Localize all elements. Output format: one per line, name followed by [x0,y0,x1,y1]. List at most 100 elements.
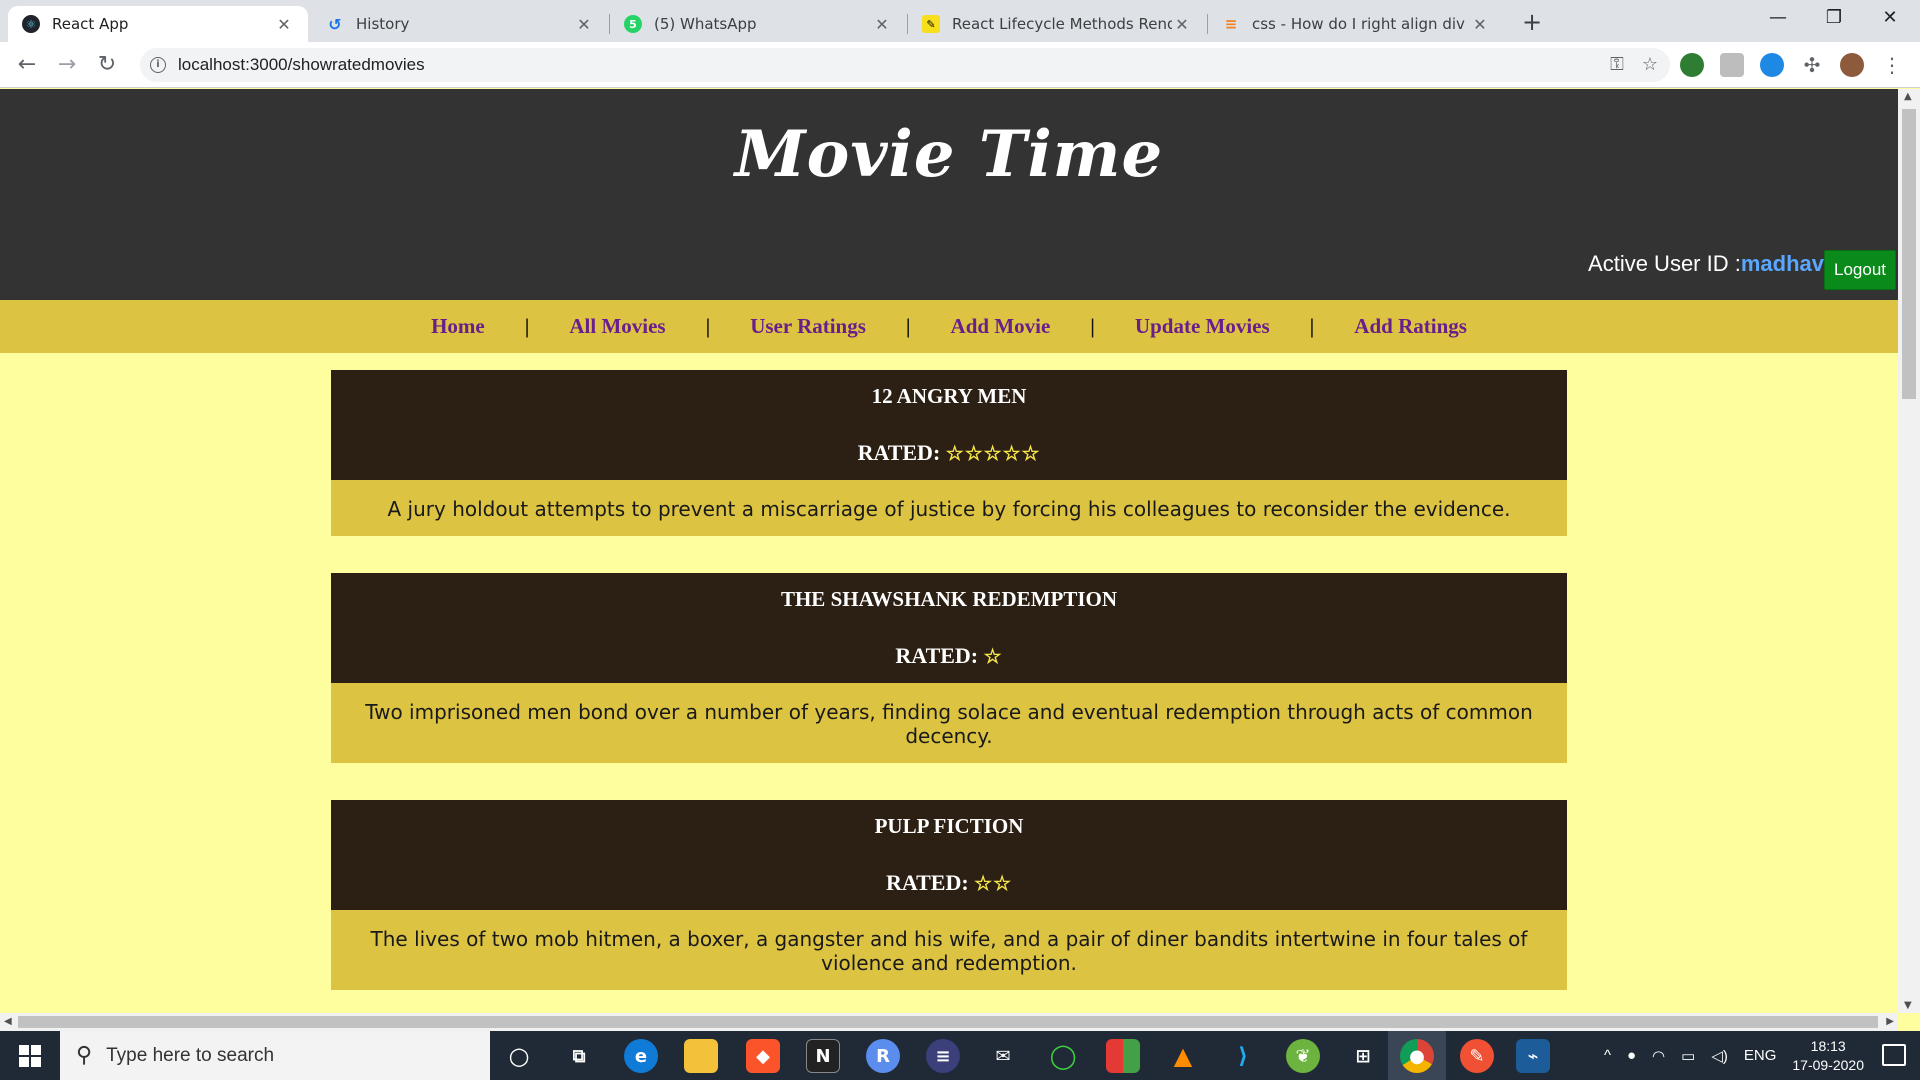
tab-react-app[interactable]: ⚛ React App ✕ [8,6,308,42]
movie-card-header: 12 ANGRY MEN RATED: ☆☆☆☆☆ [331,370,1567,480]
bookmark-star-icon[interactable]: ☆ [1642,54,1658,75]
spring-icon[interactable]: ❦ [1286,1039,1320,1073]
clock-date: 17-09-2020 [1792,1056,1864,1073]
close-icon[interactable]: ✕ [574,15,594,34]
movie-rating: RATED: ☆ [331,643,1567,669]
horizontal-scroll-thumb[interactable] [18,1016,1878,1028]
mail-icon[interactable]: ✉ [986,1039,1020,1073]
nav-home[interactable]: Home [391,314,525,339]
active-user: Active User ID :madhav [1588,251,1824,277]
task-view-icon[interactable]: ⧉ [562,1039,596,1073]
vscode-icon[interactable]: ⟩ [1226,1039,1260,1073]
movie-rating: RATED: ☆☆☆☆☆ [331,440,1567,466]
edge-icon[interactable]: e [624,1039,658,1073]
close-icon[interactable]: ✕ [872,15,892,34]
menu-kebab-icon[interactable]: ⋮ [1880,53,1904,77]
rating-stars-icon: ☆☆☆☆☆ [945,443,1041,465]
nav-user-ratings[interactable]: User Ratings [710,314,906,339]
browser-toolbar: ← → ↻ i localhost:3000/showratedmovies ⚿… [0,42,1920,88]
office-app-icon[interactable] [1106,1039,1140,1073]
language-indicator[interactable]: ENG [1744,1047,1777,1064]
taskbar-search-placeholder[interactable]: Type here to search [106,1045,274,1067]
taskbar-search[interactable]: ⚲ Type here to search [60,1031,490,1080]
close-icon[interactable]: ✕ [1172,15,1192,34]
new-tab-button[interactable]: + [1518,8,1546,36]
rating-stars-icon: ☆☆ [974,873,1013,895]
sync-app-icon[interactable]: ◯ [1046,1039,1080,1073]
forward-button[interactable]: → [52,50,82,80]
chrome-icon[interactable]: ● [1400,1039,1434,1073]
clock[interactable]: 18:13 17-09-2020 [1792,1037,1864,1075]
movie-title: THE SHAWSHANK REDEMPTION [780,587,1118,611]
movie-title: PULP FICTION [874,814,1024,838]
file-explorer-icon[interactable] [684,1039,718,1073]
windows-start-button[interactable] [0,1031,60,1080]
scroll-down-icon[interactable]: ▼ [1904,1000,1912,1011]
notion-icon[interactable]: N [806,1039,840,1073]
speaker-icon[interactable]: ◁) [1711,1047,1728,1065]
address-bar[interactable]: i localhost:3000/showratedmovies ⚿ ☆ [140,48,1670,82]
vertical-scroll-thumb[interactable] [1902,109,1916,399]
brave-icon[interactable]: ◆ [746,1039,780,1073]
r-app-icon[interactable]: R [866,1039,900,1073]
logout-button[interactable]: Logout [1824,250,1896,290]
cortana-icon[interactable]: ○ [502,1039,536,1073]
wifi-icon[interactable]: ◠ [1652,1047,1665,1065]
movie-description: A jury holdout attempts to prevent a mis… [331,480,1567,536]
profile-avatar[interactable] [1840,53,1864,77]
microphone-icon[interactable]: ● [1627,1047,1636,1064]
info-icon[interactable]: i [150,57,166,73]
site-title: Movie Time [734,117,1164,192]
restore-button[interactable]: ❐ [1806,0,1862,36]
rated-label: RATED: [857,440,941,465]
minimize-button[interactable]: — [1750,0,1806,36]
key-icon[interactable]: ⚿ [1610,54,1624,75]
movie-card-header: PULP FICTION RATED: ☆☆ [331,800,1567,910]
movie-description: Two imprisoned men bond over a number of… [331,683,1567,763]
nav-all-movies[interactable]: All Movies [529,314,705,339]
close-icon[interactable]: ✕ [274,15,294,34]
extensions-puzzle-icon[interactable]: ✣ [1800,53,1824,77]
store-icon[interactable]: ⊞ [1346,1039,1380,1073]
notifications-icon[interactable] [1882,1044,1906,1066]
extension-globe-icon[interactable] [1680,53,1704,77]
react-icon: ⚛ [22,15,40,33]
extension-sync-icon[interactable] [1760,53,1784,77]
tab-title: css - How do I right align div eler [1252,15,1470,33]
scroll-left-icon[interactable]: ◀ [4,1016,12,1027]
rated-label: RATED: [895,643,979,668]
disk-app-icon[interactable]: ≡ [926,1039,960,1073]
active-user-id: madhav [1740,251,1824,276]
tab-whatsapp[interactable]: 5 (5) WhatsApp ✕ [610,6,906,42]
tab-stackoverflow[interactable]: ≡ css - How do I right align div eler ✕ [1208,6,1504,42]
site-header: Movie Time Active User ID :madhav Logout [0,89,1898,300]
battery-icon[interactable]: ▭ [1681,1047,1695,1065]
active-user-label: Active User ID : [1588,251,1741,276]
movie-description: The lives of two mob hitmen, a boxer, a … [331,910,1567,990]
page-viewport: Movie Time Active User ID :madhav Logout… [0,89,1898,1013]
tab-history[interactable]: ↺ History ✕ [312,6,608,42]
nav-update-movies[interactable]: Update Movies [1095,314,1310,339]
back-button[interactable]: ← [12,50,42,80]
movie-rating: RATED: ☆☆ [331,870,1567,896]
scroll-up-icon[interactable]: ▲ [1904,91,1912,102]
tab-title: History [356,15,410,33]
movie-card: PULP FICTION RATED: ☆☆ The lives of two … [331,800,1567,990]
clock-time: 18:13 [1810,1037,1846,1054]
tab-react-lifecycle[interactable]: ✎ React Lifecycle Methods Render / ✕ [908,6,1206,42]
vertical-scrollbar[interactable]: ▲ ▼ [1898,89,1920,1013]
extension-clipboard-icon[interactable] [1720,53,1744,77]
terminal-app-icon[interactable]: ⌁ [1516,1039,1550,1073]
nav-add-movie[interactable]: Add Movie [911,314,1091,339]
horizontal-scrollbar[interactable]: ◀ ▶ [0,1013,1898,1031]
close-icon[interactable]: ✕ [1470,15,1490,34]
chevron-up-icon[interactable]: ^ [1604,1047,1611,1064]
scroll-right-icon[interactable]: ▶ [1886,1016,1894,1027]
tab-title: React Lifecycle Methods Render / [952,15,1172,33]
close-window-button[interactable]: ✕ [1862,0,1918,36]
postman-icon[interactable]: ✎ [1460,1039,1494,1073]
vlc-icon[interactable]: ▲ [1166,1039,1200,1073]
reload-button[interactable]: ↻ [92,50,122,80]
url-text[interactable]: localhost:3000/showratedmovies [178,55,425,75]
nav-add-ratings[interactable]: Add Ratings [1314,314,1507,339]
